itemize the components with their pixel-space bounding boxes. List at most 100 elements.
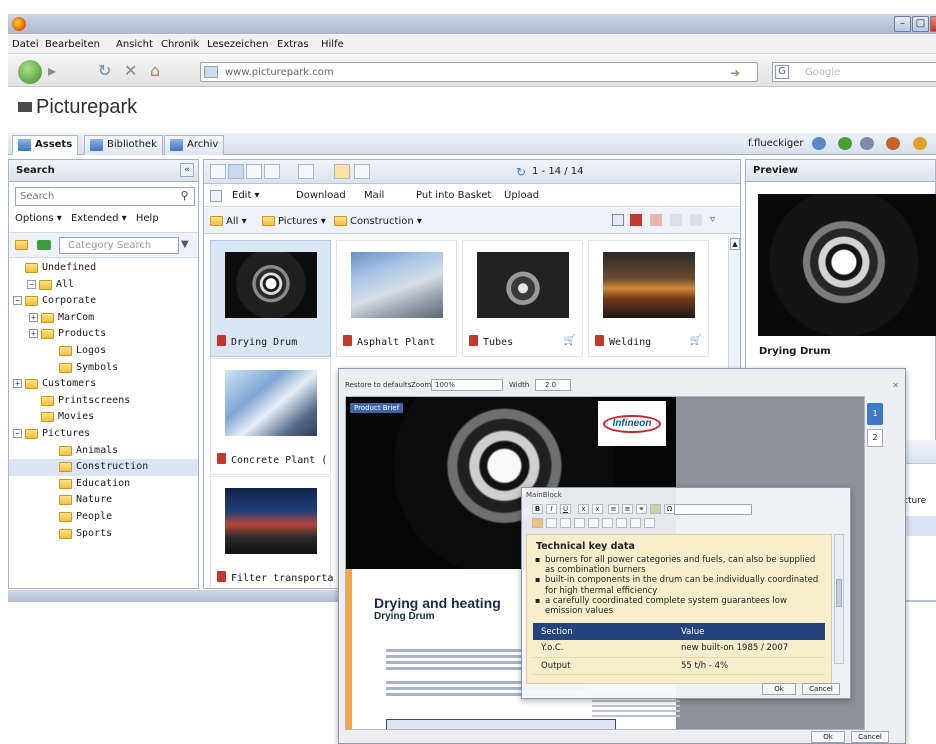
thumbnail-view-icon[interactable] [228, 164, 244, 179]
filter-menu-icon[interactable]: ▿ [710, 214, 715, 225]
underline-icon[interactable]: U [560, 504, 571, 514]
collapse-node-icon[interactable]: − [13, 428, 22, 438]
maximize-button[interactable]: □ [912, 16, 929, 32]
row-delete-icon[interactable] [560, 518, 571, 528]
refresh-icon[interactable] [838, 137, 852, 150]
list-view-icon[interactable] [210, 164, 226, 179]
key-data-content[interactable]: Technical key data burners for all power… [526, 534, 832, 684]
tree-node[interactable]: Symbols [9, 360, 198, 377]
style-select[interactable] [674, 504, 752, 515]
menu-ansicht[interactable]: Ansicht [116, 39, 153, 50]
crumb-all[interactable]: All ▾ [226, 216, 247, 227]
expand-icon[interactable]: + [29, 329, 38, 339]
web-search-input[interactable]: G Google [772, 62, 936, 82]
merge-cells-icon[interactable] [602, 518, 613, 528]
tree-node[interactable]: Nature [9, 492, 198, 509]
menu-lesezeichen[interactable]: Lesezeichen [207, 39, 268, 50]
export-icon[interactable] [612, 214, 624, 226]
tab-bibliothek[interactable]: Bibliothek [84, 135, 163, 155]
folder-menu-icon[interactable] [15, 240, 28, 250]
menu-chronik[interactable]: Chronik [161, 39, 199, 50]
table-props-icon[interactable] [630, 518, 641, 528]
editor-cancel-button[interactable]: Cancel [851, 731, 889, 743]
pdf-icon[interactable] [630, 214, 642, 226]
asset-thumbnail[interactable] [477, 252, 569, 318]
basket-icon[interactable]: 🛒 [690, 335, 702, 346]
scroll-up-icon[interactable]: ▲ [730, 238, 740, 250]
minimize-button[interactable]: – [894, 16, 911, 32]
asset-card[interactable]: Tubes 🛒 [462, 240, 583, 357]
menu-bearbeiten[interactable]: Bearbeiten [45, 39, 100, 50]
expand-icon[interactable]: + [29, 312, 38, 322]
settings-icon[interactable] [860, 137, 874, 150]
tree-node[interactable]: − All [9, 277, 198, 294]
asset-card[interactable]: Drying Drum [210, 240, 331, 357]
italic-icon[interactable]: I [546, 504, 557, 514]
restore-defaults-button[interactable]: Restore to defaults [345, 381, 411, 389]
close-window-button[interactable]: ✕ [930, 16, 936, 32]
bullet-list-icon[interactable]: ≡ [608, 504, 619, 514]
category-search-input[interactable]: Category Search [59, 237, 179, 254]
tree-node[interactable]: Undefined [9, 260, 198, 277]
subscript-icon[interactable]: x [578, 504, 589, 514]
download-button[interactable]: Download [296, 190, 346, 201]
asset-thumbnail[interactable] [603, 252, 695, 318]
collapse-icon[interactable]: « [180, 163, 194, 177]
lightbox-icon[interactable] [354, 164, 370, 179]
row-insert-icon[interactable] [546, 518, 557, 528]
refresh-results-icon[interactable]: ↻ [516, 165, 526, 179]
page-tab-1[interactable]: 1 [867, 403, 883, 425]
tree-node[interactable]: − Corporate [9, 293, 198, 310]
extended-menu[interactable]: Extended ▾ [71, 213, 127, 224]
options-menu[interactable]: Options ▾ [15, 213, 62, 224]
mail-button[interactable]: Mail [364, 190, 384, 201]
current-user[interactable]: f.flueckiger [748, 138, 803, 149]
image-icon[interactable] [650, 504, 661, 514]
sort-menu-icon[interactable] [298, 164, 314, 179]
tab-archiv[interactable]: Archiv [164, 135, 225, 155]
tree-node[interactable]: People [9, 509, 198, 526]
menu-extras[interactable]: Extras [277, 39, 309, 50]
basket-icon[interactable]: 🛒 [564, 335, 576, 346]
table-icon[interactable] [532, 518, 543, 528]
collapse-node-icon[interactable]: − [27, 279, 36, 289]
tree-node[interactable]: Movies [9, 409, 198, 426]
tree-node[interactable]: Animals [9, 443, 198, 460]
category-type-icon[interactable] [37, 240, 51, 250]
tree-node[interactable]: − Pictures [9, 426, 198, 443]
crumb-pictures[interactable]: Pictures ▾ [278, 216, 326, 227]
collapse-node-icon[interactable]: − [13, 296, 22, 306]
cell-props-icon[interactable] [644, 518, 655, 528]
asset-card[interactable]: Welding 🛒 [588, 240, 709, 357]
delete-icon[interactable] [650, 214, 662, 226]
asset-card[interactable]: Filter transporta [210, 476, 333, 588]
grid-view-icon[interactable] [246, 164, 262, 179]
split-cells-icon[interactable] [616, 518, 627, 528]
tree-node[interactable]: Logos [9, 343, 198, 360]
back-icon[interactable] [18, 60, 42, 84]
toggle-icon[interactable] [210, 190, 222, 202]
edit-button[interactable]: Edit ▾ [232, 190, 260, 201]
tree-node[interactable]: Sports [9, 526, 198, 543]
tree-node[interactable]: + Customers [9, 376, 198, 393]
editor-ok-button[interactable]: Ok [811, 731, 845, 743]
key-data-scrollbar[interactable] [834, 534, 844, 664]
upload-button[interactable]: Upload [504, 190, 539, 201]
expand-icon[interactable]: + [13, 379, 22, 389]
tree-node[interactable]: + Products [9, 326, 198, 343]
reload-icon[interactable]: ↻ [98, 63, 111, 79]
menu-datei[interactable]: Datei [12, 39, 39, 50]
help-icon[interactable] [812, 137, 826, 150]
col-delete-icon[interactable] [588, 518, 599, 528]
filter-icon[interactable]: ▼ [181, 239, 189, 250]
search-input[interactable] [16, 188, 166, 205]
col-insert-icon[interactable] [574, 518, 585, 528]
numbered-list-icon[interactable]: ≡ [622, 504, 633, 514]
asset-thumbnail[interactable] [225, 488, 317, 554]
home-icon[interactable]: ⌂ [150, 63, 160, 79]
logout-icon[interactable] [913, 137, 927, 150]
tree-node[interactable]: Printscreens [9, 393, 198, 410]
stop-icon[interactable]: ✕ [124, 63, 137, 79]
basket-button[interactable]: Put into Basket [416, 190, 491, 201]
detail-view-icon[interactable] [264, 164, 280, 179]
